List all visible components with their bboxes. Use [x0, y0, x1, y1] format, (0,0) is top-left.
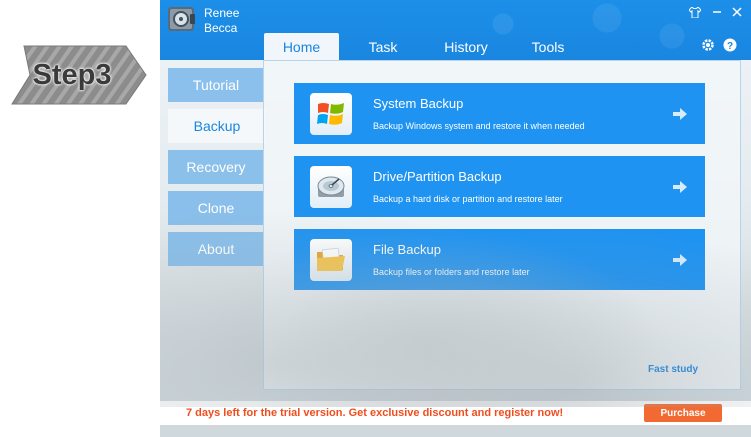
- backup-panel: System Backup Backup Windows system and …: [263, 60, 741, 390]
- file-backup-card[interactable]: File Backup Backup files or folders and …: [294, 229, 705, 290]
- folder-icon: [310, 239, 352, 281]
- system-backup-card[interactable]: System Backup Backup Windows system and …: [294, 83, 705, 144]
- sidebar-item-about[interactable]: About: [168, 232, 264, 266]
- tab-tools[interactable]: Tools: [505, 33, 591, 60]
- step-badge: Step3: [10, 44, 148, 106]
- help-icon[interactable]: ?: [722, 37, 738, 53]
- arrow-right-icon: [673, 107, 687, 120]
- arrow-right-icon: [673, 180, 687, 193]
- tab-task[interactable]: Task: [339, 33, 427, 60]
- arrow-right-icon: [673, 253, 687, 266]
- purchase-button[interactable]: Purchase: [644, 404, 722, 422]
- sidebar-item-backup[interactable]: Backup: [168, 109, 266, 143]
- card-description: Backup a hard disk or partition and rest…: [373, 194, 563, 204]
- card-title: System Backup: [373, 96, 464, 111]
- app-name-line2: Becca: [204, 21, 238, 35]
- trial-bar: 7 days left for the trial version. Get e…: [160, 401, 751, 425]
- minimize-icon[interactable]: [709, 4, 725, 20]
- svg-text:?: ?: [727, 41, 733, 52]
- sidebar-item-recovery[interactable]: Recovery: [168, 150, 264, 184]
- sidebar: Tutorial Backup Recovery Clone About: [168, 68, 266, 273]
- shirt-icon[interactable]: [687, 4, 703, 20]
- trial-message: 7 days left for the trial version. Get e…: [186, 407, 564, 419]
- app-name: Renee Becca: [204, 6, 239, 36]
- app-name-line1: Renee: [204, 6, 240, 20]
- tab-history[interactable]: History: [427, 33, 505, 60]
- main-tabs: Home Task History Tools: [264, 33, 591, 60]
- card-title: File Backup: [373, 242, 441, 257]
- windows-logo-icon: [310, 93, 352, 135]
- app-window: Renee Becca Home Task History Tools ? Tu…: [160, 0, 751, 437]
- hard-disk-icon: [310, 166, 352, 208]
- sidebar-item-clone[interactable]: Clone: [168, 191, 264, 225]
- gear-icon[interactable]: [700, 37, 716, 53]
- fast-study-link[interactable]: Fast study: [648, 364, 698, 375]
- title-bar: Renee Becca Home Task History Tools ?: [160, 0, 751, 60]
- card-description: Backup Windows system and restore it whe…: [373, 121, 585, 131]
- sidebar-item-tutorial[interactable]: Tutorial: [168, 68, 264, 102]
- drive-partition-backup-card[interactable]: Drive/Partition Backup Backup a hard dis…: [294, 156, 705, 217]
- card-title: Drive/Partition Backup: [373, 169, 502, 184]
- card-description: Backup files or folders and restore late…: [373, 267, 530, 277]
- tab-home[interactable]: Home: [264, 33, 339, 60]
- step-label: Step3: [32, 58, 112, 91]
- close-icon[interactable]: [729, 4, 745, 20]
- app-logo-icon: [166, 4, 198, 34]
